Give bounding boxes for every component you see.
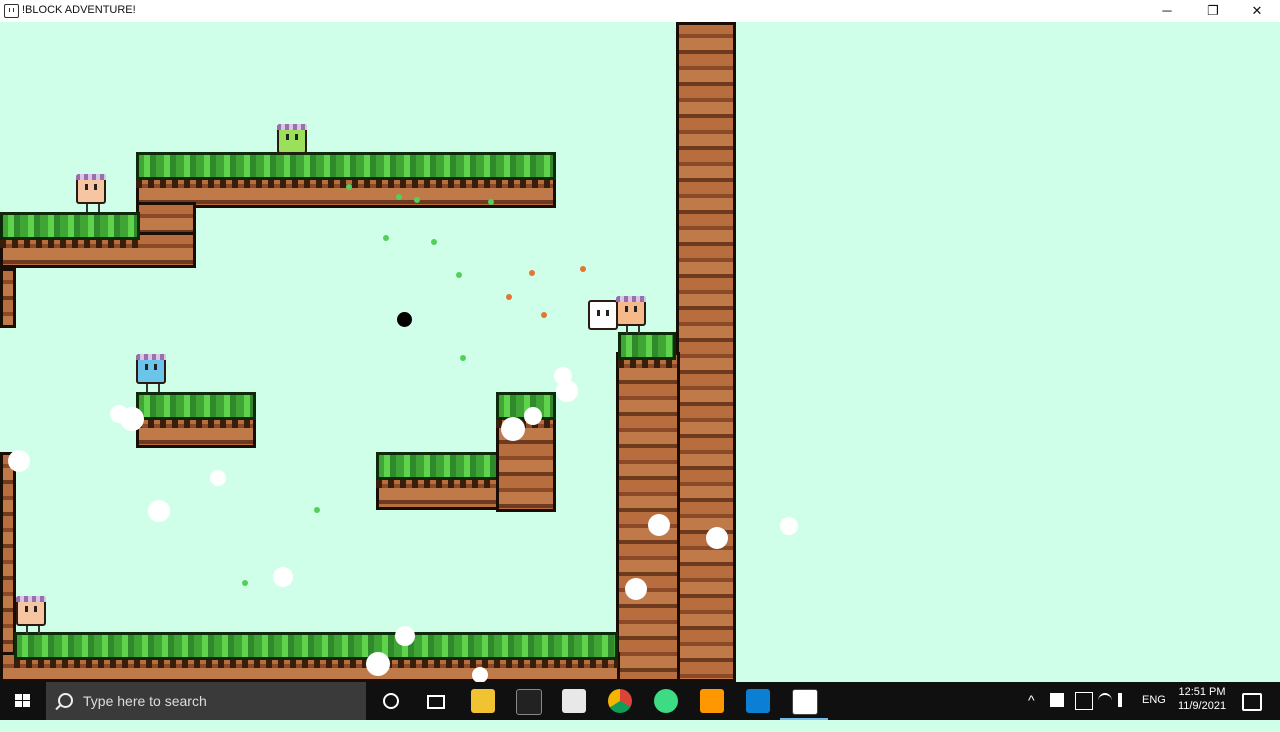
ime-tray-icon[interactable] <box>1075 692 1093 710</box>
green-spark <box>383 235 389 241</box>
grass-platform <box>376 452 500 488</box>
snowball <box>210 470 226 486</box>
green-spark <box>431 239 437 245</box>
cortana-icon[interactable] <box>379 689 403 713</box>
grass-ground <box>14 632 618 668</box>
wifi-icon[interactable] <box>1098 693 1112 709</box>
minimize-button[interactable]: ─ <box>1144 0 1190 22</box>
dirt-pillar <box>676 22 736 682</box>
notifications-icon[interactable] <box>1242 693 1262 711</box>
search-placeholder: Type here to search <box>83 693 207 709</box>
green-spark <box>460 355 466 361</box>
snowball <box>648 514 670 536</box>
snowball <box>780 517 798 535</box>
windows-logo-icon <box>15 694 31 708</box>
snowball <box>395 626 415 646</box>
start-button[interactable] <box>0 682 46 720</box>
snowball <box>110 405 128 423</box>
search-icon <box>58 693 73 708</box>
window-titlebar: !BLOCK ADVENTURE! ─ ❐ ✕ <box>0 0 1280 23</box>
green-spark <box>488 199 494 205</box>
pixel-editor-icon[interactable] <box>562 689 586 713</box>
tray-chevron-icon[interactable]: ^ <box>1028 692 1044 730</box>
peach-block-character <box>16 596 46 634</box>
orange-spark <box>580 266 586 272</box>
green-spark <box>396 194 402 200</box>
dirt-wall <box>0 268 16 328</box>
green-spark <box>456 272 462 278</box>
snowball <box>472 667 488 682</box>
terminal-icon[interactable] <box>516 689 542 715</box>
block-adventure-taskbar-icon[interactable] <box>792 689 818 715</box>
snowball <box>273 567 293 587</box>
language-indicator[interactable]: ENG <box>1142 694 1166 732</box>
window-title: !BLOCK ADVENTURE! <box>22 4 136 16</box>
snowball <box>524 407 542 425</box>
android-studio-icon[interactable] <box>654 689 678 713</box>
snowball <box>706 527 728 549</box>
black-ball <box>397 312 412 327</box>
dirt-column <box>616 352 680 682</box>
grass-platform <box>136 392 256 428</box>
snowball <box>366 652 390 676</box>
file-explorer-icon[interactable] <box>471 689 495 713</box>
orange-block-character <box>616 296 646 334</box>
vscode-icon[interactable] <box>746 689 770 713</box>
close-button[interactable]: ✕ <box>1234 0 1280 22</box>
snowball <box>148 500 170 522</box>
green-block-character <box>277 124 307 154</box>
restore-button[interactable]: ❐ <box>1190 0 1236 22</box>
app-icon <box>4 4 19 18</box>
green-spark <box>242 580 248 586</box>
volume-icon[interactable] <box>1118 693 1136 707</box>
orange-spark <box>506 294 512 300</box>
clock[interactable]: 12:51 PM 11/9/2021 <box>1172 682 1232 720</box>
green-spark <box>346 184 352 190</box>
snowball <box>8 450 30 472</box>
snowball <box>625 578 647 600</box>
grass-platform <box>136 152 556 188</box>
green-spark <box>414 197 420 203</box>
game-canvas[interactable] <box>0 22 1280 682</box>
chrome-icon[interactable] <box>608 689 632 713</box>
orange-spark <box>541 312 547 318</box>
orange-spark <box>529 270 535 276</box>
task-view-icon[interactable] <box>423 689 447 713</box>
sublime-text-icon[interactable] <box>700 689 724 713</box>
snowball <box>556 380 578 402</box>
grass-ledge <box>618 332 676 368</box>
taskbar-search-box[interactable]: Type here to search <box>46 682 366 720</box>
snowball <box>501 417 525 441</box>
clock-date: 11/9/2021 <box>1177 700 1227 712</box>
blue-block-character <box>136 354 166 392</box>
grass-platform <box>0 212 140 248</box>
peach-block-character <box>76 174 106 212</box>
player-block-character <box>588 300 618 330</box>
windows-taskbar: Type here to search ^ ENG 12:51 PM 11/9/… <box>0 682 1280 720</box>
antivirus-tray-icon[interactable] <box>1050 693 1064 707</box>
green-spark <box>314 507 320 513</box>
clock-time: 12:51 PM <box>1178 686 1226 698</box>
